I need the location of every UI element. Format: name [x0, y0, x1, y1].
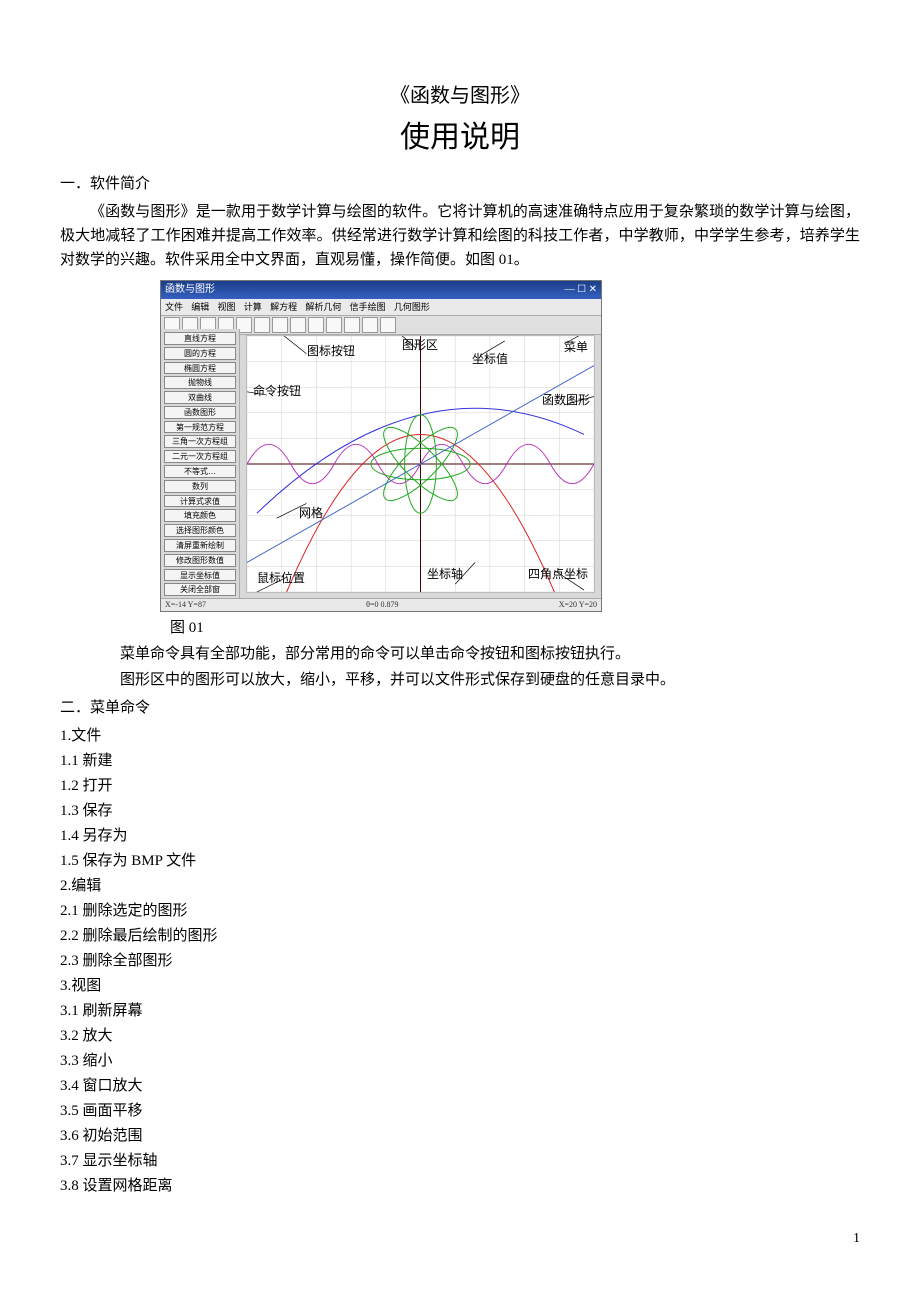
callout-coord-value: 坐标值 — [472, 350, 508, 369]
cmd-button: 显示坐标值 — [164, 569, 236, 582]
after-fig-para1: 菜单命令具有全部功能，部分常用的命令可以单击命令按钮和图标按钮执行。 — [120, 642, 860, 666]
cmd-button: 抛物线 — [164, 376, 236, 389]
after-fig-para2: 图形区中的图形可以放大，缩小，平移，并可以文件形式保存到硬盘的任意目录中。 — [120, 668, 860, 692]
figure-01: 函数与图形 — ☐ ✕ 文件 编辑 视图 计算 解方程 解析几何 信手绘图 几何… — [160, 280, 860, 612]
callout-grid: 网格 — [299, 504, 323, 523]
cmd-button: 关闭全部窗 — [164, 583, 236, 596]
figure-caption: 图 01 — [170, 616, 860, 640]
cmd-button: 三角一次方程组 — [164, 435, 236, 448]
cmd-button: 双曲线 — [164, 391, 236, 404]
menu-item: 视图 — [218, 302, 236, 312]
doc-title-large: 使用说明 — [60, 114, 860, 162]
menu-item-line: 3.1 刷新屏幕 — [60, 999, 860, 1023]
menu-item-line: 3.7 显示坐标轴 — [60, 1149, 860, 1173]
menu-item-line: 3.2 放大 — [60, 1024, 860, 1048]
cmd-button: 圆的方程 — [164, 347, 236, 360]
cmd-button: 第一规范方程 — [164, 421, 236, 434]
app-title-text: 函数与图形 — [165, 282, 215, 298]
doc-title-small: 《函数与图形》 — [60, 80, 860, 112]
menu-section: 2.编辑 — [60, 874, 860, 898]
menu-item: 解方程 — [270, 302, 297, 312]
menu-item-line: 1.4 另存为 — [60, 824, 860, 848]
menu-section: 3.视图 — [60, 974, 860, 998]
menu-section: 1.文件 — [60, 724, 860, 748]
menu-item-line: 3.3 缩小 — [60, 1049, 860, 1073]
cmd-button: 选择图形颜色 — [164, 524, 236, 537]
section1-heading: 一．软件简介 — [60, 172, 860, 196]
menu-item-line: 2.3 删除全部图形 — [60, 949, 860, 973]
page-number: 1 — [60, 1228, 860, 1250]
section2-heading: 二．菜单命令 — [60, 696, 860, 720]
command-panel: 直线方程 圆的方程 椭圆方程 抛物线 双曲线 函数图形 第一规范方程 三角一次方… — [161, 329, 240, 599]
screenshot-app: 函数与图形 — ☐ ✕ 文件 编辑 视图 计算 解方程 解析几何 信手绘图 几何… — [160, 280, 602, 612]
callout-mouse-pos: 鼠标位置 — [257, 569, 305, 588]
cmd-button: 修改图形数值 — [164, 554, 236, 567]
menu-item-line: 3.8 设置网格距离 — [60, 1174, 860, 1198]
status-left: X=-14 Y=87 — [165, 599, 206, 611]
callout-toolbar-icon: 图标按钮 — [307, 342, 355, 361]
cmd-button: 二元一次方程组 — [164, 450, 236, 463]
menu-item: 文件 — [165, 302, 183, 312]
app-titlebar: 函数与图形 — ☐ ✕ — [161, 281, 601, 299]
cmd-button: 数列 — [164, 480, 236, 493]
menu-item-line: 1.2 打开 — [60, 774, 860, 798]
callout-menu: 菜单 — [564, 338, 588, 357]
menu-item: 信手绘图 — [350, 302, 386, 312]
callout-func-graph: 函数图形 — [542, 391, 590, 410]
app-menubar: 文件 编辑 视图 计算 解方程 解析几何 信手绘图 几何图形 — [161, 299, 601, 316]
cmd-button: 计算式求值 — [164, 495, 236, 508]
callout-corner-coord: 四角点坐标 — [528, 565, 588, 584]
menu-item: 编辑 — [191, 302, 209, 312]
callout-axis: 坐标轴 — [427, 565, 463, 584]
callout-plot-area: 图形区 — [402, 336, 438, 355]
menu-item: 几何图形 — [394, 302, 430, 312]
menu-item-line: 1.3 保存 — [60, 799, 860, 823]
menu-item-line: 2.2 删除最后绘制的图形 — [60, 924, 860, 948]
callout-cmd-button: 命令按钮 — [253, 382, 301, 401]
status-bar: X=-14 Y=87 θ=0 0.879 X=20 Y=20 — [161, 598, 601, 611]
menu-item: 解析几何 — [305, 302, 341, 312]
menu-item: 计算 — [244, 302, 262, 312]
menu-item-line: 1.1 新建 — [60, 749, 860, 773]
cmd-button: 函数图形 — [164, 406, 236, 419]
cmd-button: 不等式… — [164, 465, 236, 478]
menu-item-line: 1.5 保存为 BMP 文件 — [60, 849, 860, 873]
section1-para: 《函数与图形》是一款用于数学计算与绘图的软件。它将计算机的高速准确特点应用于复杂… — [60, 200, 860, 272]
window-controls: — ☐ ✕ — [565, 282, 597, 298]
cmd-button: 直线方程 — [164, 332, 236, 345]
menu-item-line: 3.5 画面平移 — [60, 1099, 860, 1123]
status-right: X=20 Y=20 — [559, 599, 597, 611]
menu-item-line: 3.4 窗口放大 — [60, 1074, 860, 1098]
cmd-button: 清屏重新绘制 — [164, 539, 236, 552]
cmd-button: 椭圆方程 — [164, 362, 236, 375]
menu-item-line: 3.6 初始范围 — [60, 1124, 860, 1148]
plot-area: 图标按钮 图形区 坐标值 菜单 命令按钮 函数图形 网格 鼠标位置 坐标轴 四角… — [246, 335, 595, 593]
cmd-button: 填充颜色 — [164, 509, 236, 522]
status-mid: θ=0 0.879 — [366, 599, 398, 611]
menu-item-line: 2.1 删除选定的图形 — [60, 899, 860, 923]
